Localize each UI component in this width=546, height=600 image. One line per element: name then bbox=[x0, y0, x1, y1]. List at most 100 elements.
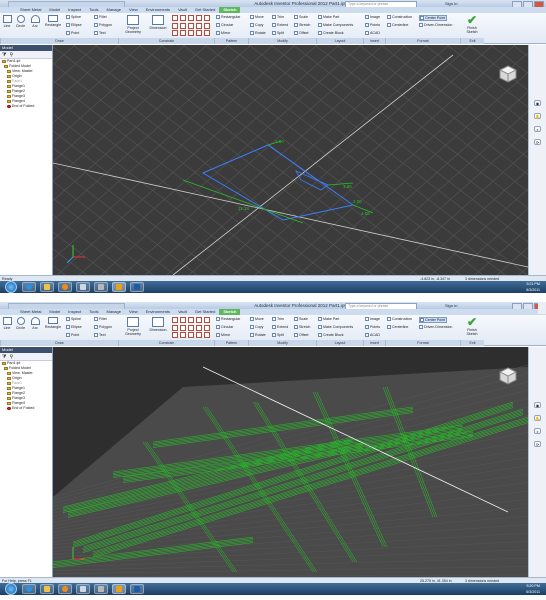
photoshop-icon[interactable] bbox=[130, 282, 144, 292]
ellipse-tool[interactable]: Ellipse bbox=[66, 23, 82, 27]
image-tool[interactable]: Image bbox=[365, 317, 380, 321]
constraint-icon[interactable] bbox=[204, 324, 210, 331]
constraint-icon[interactable] bbox=[204, 317, 210, 323]
rectangle-tool[interactable]: Rectangle bbox=[42, 15, 64, 27]
constraint-icon[interactable] bbox=[180, 30, 186, 37]
constraint-icon[interactable] bbox=[196, 22, 202, 29]
image-tool[interactable]: Image bbox=[365, 15, 380, 19]
trim-tool[interactable]: Trim bbox=[272, 317, 284, 321]
extend-tool[interactable]: Extend bbox=[272, 23, 288, 27]
split-tool[interactable]: Split bbox=[272, 333, 284, 337]
orbit-button[interactable]: ⟳ bbox=[534, 139, 541, 145]
center-point-tool[interactable]: Center Point bbox=[419, 317, 447, 323]
fillet-tool[interactable]: Fillet bbox=[94, 317, 107, 321]
filter-icon[interactable]: ⧩ bbox=[2, 354, 6, 360]
arc-tool[interactable]: Arc bbox=[28, 317, 42, 330]
construction-tool[interactable]: Construction bbox=[387, 317, 412, 321]
viewport-canvas[interactable]: 11.18 4.00 3.86 1.00 2.00 bbox=[53, 45, 528, 275]
rotate-tool[interactable]: Rotate bbox=[250, 333, 266, 337]
graphics-viewport[interactable]: 11.18 4.00 3.86 1.00 2.00 bbox=[53, 45, 528, 275]
explorer-icon[interactable] bbox=[76, 584, 90, 594]
points-tool[interactable]: Points bbox=[365, 325, 380, 329]
acad-tool[interactable]: ACAD bbox=[365, 333, 380, 337]
offset-tool[interactable]: Offset bbox=[294, 31, 309, 35]
constraint-icon[interactable] bbox=[180, 332, 186, 339]
arc-tool[interactable]: Arc bbox=[28, 15, 42, 28]
zoom-button[interactable]: ± bbox=[534, 428, 541, 434]
point-tool[interactable]: Point bbox=[66, 333, 79, 337]
browser-node[interactable]: End of Folded bbox=[0, 104, 52, 109]
constraint-icon[interactable] bbox=[180, 22, 186, 29]
fillet-tool[interactable]: Fillet bbox=[94, 15, 107, 19]
center-point-tool[interactable]: Center Point bbox=[419, 15, 447, 21]
steering-wheel-button[interactable]: ◉ bbox=[534, 402, 541, 408]
spline-tool[interactable]: Spline bbox=[66, 317, 81, 321]
constraint-icon[interactable] bbox=[204, 30, 210, 37]
ie-icon[interactable] bbox=[22, 584, 36, 594]
folder-icon[interactable] bbox=[40, 584, 54, 594]
constraint-icon[interactable] bbox=[204, 22, 210, 29]
line-tool[interactable]: Line bbox=[0, 317, 14, 330]
line-tool[interactable]: Line bbox=[0, 15, 14, 28]
windows-start-icon[interactable] bbox=[5, 281, 17, 293]
zoom-button[interactable]: ± bbox=[534, 126, 541, 132]
constraint-icon[interactable] bbox=[188, 30, 194, 37]
make-part-tool[interactable]: Make Part bbox=[318, 15, 339, 19]
viewcube-icon[interactable] bbox=[498, 367, 518, 385]
constraint-icon[interactable] bbox=[196, 324, 202, 331]
constraint-icon[interactable] bbox=[172, 332, 178, 339]
copy-tool[interactable]: Copy bbox=[250, 325, 263, 329]
make-part-tool[interactable]: Make Part bbox=[318, 317, 339, 321]
acad-tool[interactable]: ACAD bbox=[365, 31, 380, 35]
text-tool[interactable]: Text bbox=[94, 333, 106, 337]
constraint-icon[interactable] bbox=[188, 324, 194, 331]
constraint-icon[interactable] bbox=[196, 30, 202, 37]
constraint-icon[interactable] bbox=[172, 324, 178, 331]
project-geometry-tool[interactable]: Project Geometry bbox=[120, 317, 146, 336]
driven-dimension-tool[interactable]: Driven Dimension bbox=[419, 23, 452, 27]
constraint-icon[interactable] bbox=[172, 22, 178, 29]
constraint-icon[interactable] bbox=[188, 332, 194, 339]
inventor-icon[interactable] bbox=[112, 584, 126, 594]
orbit-button[interactable]: ⟳ bbox=[534, 441, 541, 447]
construction-tool[interactable]: Construction bbox=[387, 15, 412, 19]
centerline-tool[interactable]: Centerline bbox=[387, 325, 408, 329]
points-tool[interactable]: Points bbox=[365, 23, 380, 27]
polygon-tool[interactable]: Polygon bbox=[94, 325, 112, 329]
spline-tool[interactable]: Spline bbox=[66, 15, 81, 19]
photoshop-icon[interactable] bbox=[130, 584, 144, 594]
rectangular-pattern-tool[interactable]: Rectangular bbox=[216, 15, 240, 19]
create-block-tool[interactable]: Create Block bbox=[318, 333, 344, 337]
sign-in-link[interactable]: Sign In bbox=[445, 302, 457, 309]
driven-dimension-tool[interactable]: Driven Dimension bbox=[419, 325, 452, 329]
stretch-tool[interactable]: Stretch bbox=[294, 23, 310, 27]
dimension-tool[interactable]: Dimension bbox=[146, 317, 170, 332]
constraint-icon[interactable] bbox=[180, 15, 186, 21]
constraint-icon[interactable] bbox=[204, 15, 210, 21]
graphics-viewport[interactable] bbox=[53, 347, 528, 577]
dimension-tool[interactable]: Dimension bbox=[146, 15, 170, 30]
circular-pattern-tool[interactable]: Circular bbox=[216, 23, 233, 27]
offset-tool[interactable]: Offset bbox=[294, 333, 309, 337]
trim-tool[interactable]: Trim bbox=[272, 15, 284, 19]
constraint-icon[interactable] bbox=[188, 15, 194, 21]
viewcube-icon[interactable] bbox=[498, 65, 518, 83]
project-geometry-tool[interactable]: Project Geometry bbox=[120, 15, 146, 34]
scale-tool[interactable]: Scale bbox=[294, 317, 308, 321]
rotate-tool[interactable]: Rotate bbox=[250, 31, 266, 35]
circle-tool[interactable]: Circle bbox=[13, 15, 28, 28]
extend-tool[interactable]: Extend bbox=[272, 325, 288, 329]
app-icon[interactable] bbox=[94, 282, 108, 292]
ie-icon[interactable] bbox=[22, 282, 36, 292]
media-player-icon[interactable] bbox=[58, 584, 72, 594]
point-tool[interactable]: Point bbox=[66, 31, 79, 35]
find-icon[interactable]: ⚲ bbox=[9, 354, 13, 360]
move-tool[interactable]: Move bbox=[250, 15, 264, 19]
polygon-tool[interactable]: Polygon bbox=[94, 23, 112, 27]
create-block-tool[interactable]: Create Block bbox=[318, 31, 344, 35]
text-tool[interactable]: Text bbox=[94, 31, 106, 35]
circular-pattern-tool[interactable]: Circular bbox=[216, 325, 233, 329]
browser-node[interactable]: End of Folded bbox=[0, 406, 52, 411]
ellipse-tool[interactable]: Ellipse bbox=[66, 325, 82, 329]
media-player-icon[interactable] bbox=[58, 282, 72, 292]
